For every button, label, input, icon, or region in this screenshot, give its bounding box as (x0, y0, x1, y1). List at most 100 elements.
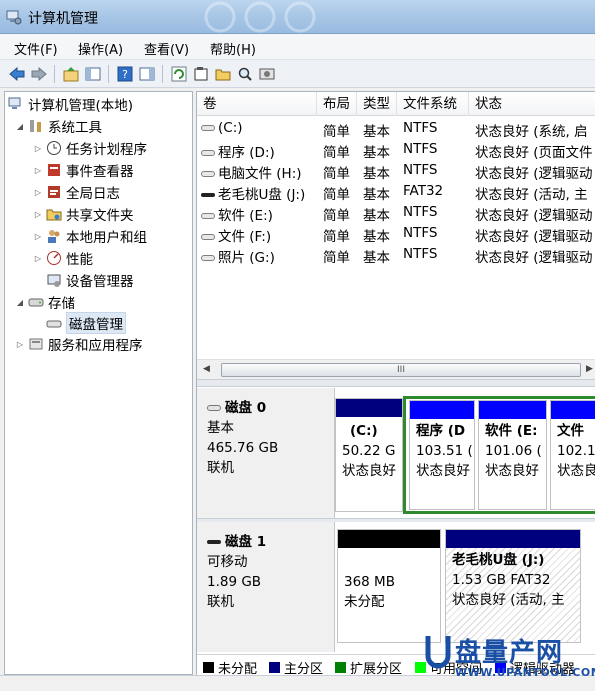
volume-row[interactable]: 软件 (E:) 简单 基本 NTFS 状态良好 (逻辑驱动 (197, 202, 595, 224)
volume-type-cell: 基本 (363, 124, 390, 140)
help-icon[interactable]: ? (116, 65, 134, 83)
volume-status-cell: 状态良好 (逻辑驱动 (475, 250, 593, 266)
scroll-right-icon[interactable]: ▶ (586, 364, 593, 374)
tree-services[interactable]: ▷ 服务和应用程序 (15, 334, 143, 354)
back-icon[interactable] (8, 65, 26, 83)
column-volume[interactable]: 卷 (197, 92, 317, 116)
menu-help[interactable]: 帮助(H) (210, 39, 256, 58)
volume-row[interactable]: (C:) 简单 基本 NTFS 状态良好 (系统, 启 (197, 118, 595, 140)
tree-item-device-manager[interactable]: 设备管理器 (46, 270, 134, 290)
volume-status-cell: 状态良好 (页面文件 (475, 145, 593, 161)
tree-system-tools-label: 系统工具 (48, 120, 102, 136)
pane-splitter[interactable] (197, 379, 595, 387)
partition-f[interactable]: 文件 102.1 状态良 (550, 400, 595, 510)
disk0-label[interactable]: 磁盘 0 基本 465.76 GB 联机 (197, 388, 335, 518)
partition-name: (C:) (350, 423, 378, 439)
expand-arrow-icon[interactable]: ▷ (33, 210, 43, 219)
volume-icon (201, 150, 215, 156)
menu-action[interactable]: 操作(A) (78, 39, 123, 58)
partition-status: 状态良好 (342, 463, 396, 479)
volume-name: 程序 (D:) (218, 145, 275, 161)
shared-folder-icon (46, 206, 62, 222)
volume-status-cell: 状态良好 (逻辑驱动 (475, 208, 593, 224)
watermark-url: WWW.UPANTOOL.COM (455, 666, 595, 679)
volume-row[interactable]: 文件 (F:) 简单 基本 NTFS 状态良好 (逻辑驱动 (197, 223, 595, 245)
expand-arrow-icon[interactable]: ▷ (33, 188, 43, 197)
tree-services-label: 服务和应用程序 (48, 338, 143, 354)
volume-fs-cell: NTFS (403, 120, 438, 136)
volume-name-cell: 电脑文件 (H:) (201, 162, 315, 182)
column-layout[interactable]: 布局 (317, 92, 357, 116)
show-action-pane-icon[interactable] (138, 65, 156, 83)
hard-disk-icon (207, 405, 221, 411)
menu-file[interactable]: 文件(F) (14, 39, 58, 58)
disk-graphical-view: 磁盘 0 基本 465.76 GB 联机 (C:) 50.22 G 状态良好 程… (197, 388, 595, 652)
partition-size: 368 MB (344, 574, 395, 590)
tree-item-shared-folders[interactable]: ▷ 共享文件夹 (33, 204, 134, 224)
up-level-icon[interactable] (62, 65, 80, 83)
refresh-icon[interactable] (170, 65, 188, 83)
tree-root[interactable]: 计算机管理(本地) (8, 94, 133, 114)
clock-icon (46, 140, 62, 156)
svg-text:?: ? (122, 68, 128, 81)
partition-name: 文件 (557, 423, 584, 439)
watermark-text: 盘量产网 (455, 638, 564, 668)
collapse-arrow-icon[interactable]: ◢ (15, 298, 25, 307)
volume-row[interactable]: 老毛桃U盘 (J:) 简单 基本 FAT32 状态良好 (活动, 主 (197, 181, 595, 203)
expand-arrow-icon[interactable]: ▷ (33, 166, 43, 175)
computer-management-icon (8, 96, 24, 112)
column-filesystem[interactable]: 文件系统 (397, 92, 469, 116)
tree-item-disk-management[interactable]: 磁盘管理 (46, 312, 126, 334)
volume-row[interactable]: 程序 (D:) 简单 基本 NTFS 状态良好 (页面文件 (197, 139, 595, 161)
disk-management-pane: 卷 布局 类型 文件系统 状态 (C:) 简单 基本 NTFS 状态良好 (系统, 启程… (196, 91, 595, 677)
disk1-name: 磁盘 1 (225, 534, 267, 550)
expand-arrow-icon[interactable]: ▷ (33, 144, 43, 153)
column-status[interactable]: 状态 (469, 92, 595, 116)
expand-arrow-icon[interactable]: ▷ (33, 232, 43, 241)
scroll-thumb[interactable]: III (221, 363, 581, 377)
tree-item-task-scheduler[interactable]: ▷ 任务计划程序 (33, 138, 147, 158)
volume-name: 照片 (G:) (218, 250, 275, 266)
search-icon[interactable] (236, 65, 254, 83)
tree-item-local-users[interactable]: ▷ 本地用户和组 (33, 226, 147, 246)
open-folder-icon[interactable] (214, 65, 232, 83)
partition-j[interactable]: 老毛桃U盘 (J:) 1.53 GB FAT32 状态良好 (活动, 主 (445, 529, 581, 643)
expand-arrow-icon[interactable]: ▷ (33, 254, 43, 263)
tree-item-global-log[interactable]: ▷ 全局日志 (33, 182, 120, 202)
partition-d[interactable]: 程序 (D 103.51 ( 状态良好 (409, 400, 475, 510)
expand-arrow-icon[interactable]: ▷ (15, 340, 25, 349)
partition-name: 软件 (E: (485, 423, 538, 439)
usb-logo-icon (425, 636, 451, 669)
volume-row[interactable]: 电脑文件 (H:) 简单 基本 NTFS 状态良好 (逻辑驱动 (197, 160, 595, 182)
unallocated-space[interactable]: 368 MB 未分配 (337, 529, 441, 643)
partition-c[interactable]: (C:) 50.22 G 状态良好 (335, 398, 403, 512)
volume-name: 电脑文件 (H:) (218, 166, 302, 182)
volume-name: 老毛桃U盘 (J:) (218, 187, 306, 203)
removable-disk-icon (207, 540, 221, 544)
horizontal-scrollbar[interactable]: ◀ III ▶ (197, 359, 595, 379)
title-bar: 计算机管理 (0, 0, 595, 34)
volume-layout-cell: 简单 (323, 187, 350, 203)
volume-row[interactable]: 照片 (G:) 简单 基本 NTFS 状态良好 (逻辑驱动 (197, 244, 595, 266)
partition-e[interactable]: 软件 (E: 101.06 ( 状态良好 (478, 400, 547, 510)
show-tree-icon[interactable] (84, 65, 102, 83)
volume-fs-cell: NTFS (403, 141, 438, 157)
properties-icon[interactable] (192, 65, 210, 83)
tree-system-tools[interactable]: ◢ 系统工具 (15, 116, 102, 136)
disk-settings-icon[interactable] (258, 65, 276, 83)
tree-storage[interactable]: ◢ 存储 (15, 292, 75, 312)
forward-icon[interactable] (30, 65, 48, 83)
volume-layout-cell: 简单 (323, 166, 350, 182)
tree-item-event-viewer[interactable]: ▷ 事件查看器 (33, 160, 134, 180)
disk1-label[interactable]: 磁盘 1 可移动 1.89 GB 联机 (197, 522, 335, 652)
menu-view[interactable]: 查看(V) (144, 39, 189, 58)
partition-name: 程序 (D (416, 423, 466, 439)
volume-name: 软件 (E:) (218, 208, 273, 224)
column-type[interactable]: 类型 (357, 92, 397, 116)
volume-status-cell: 状态良好 (逻辑驱动 (475, 229, 593, 245)
collapse-arrow-icon[interactable]: ◢ (15, 122, 25, 131)
tree-item-performance[interactable]: ▷ 性能 (33, 248, 93, 268)
volume-fs-cell: NTFS (403, 162, 438, 178)
volume-layout-cell: 简单 (323, 250, 350, 266)
scroll-left-icon[interactable]: ◀ (203, 364, 210, 374)
